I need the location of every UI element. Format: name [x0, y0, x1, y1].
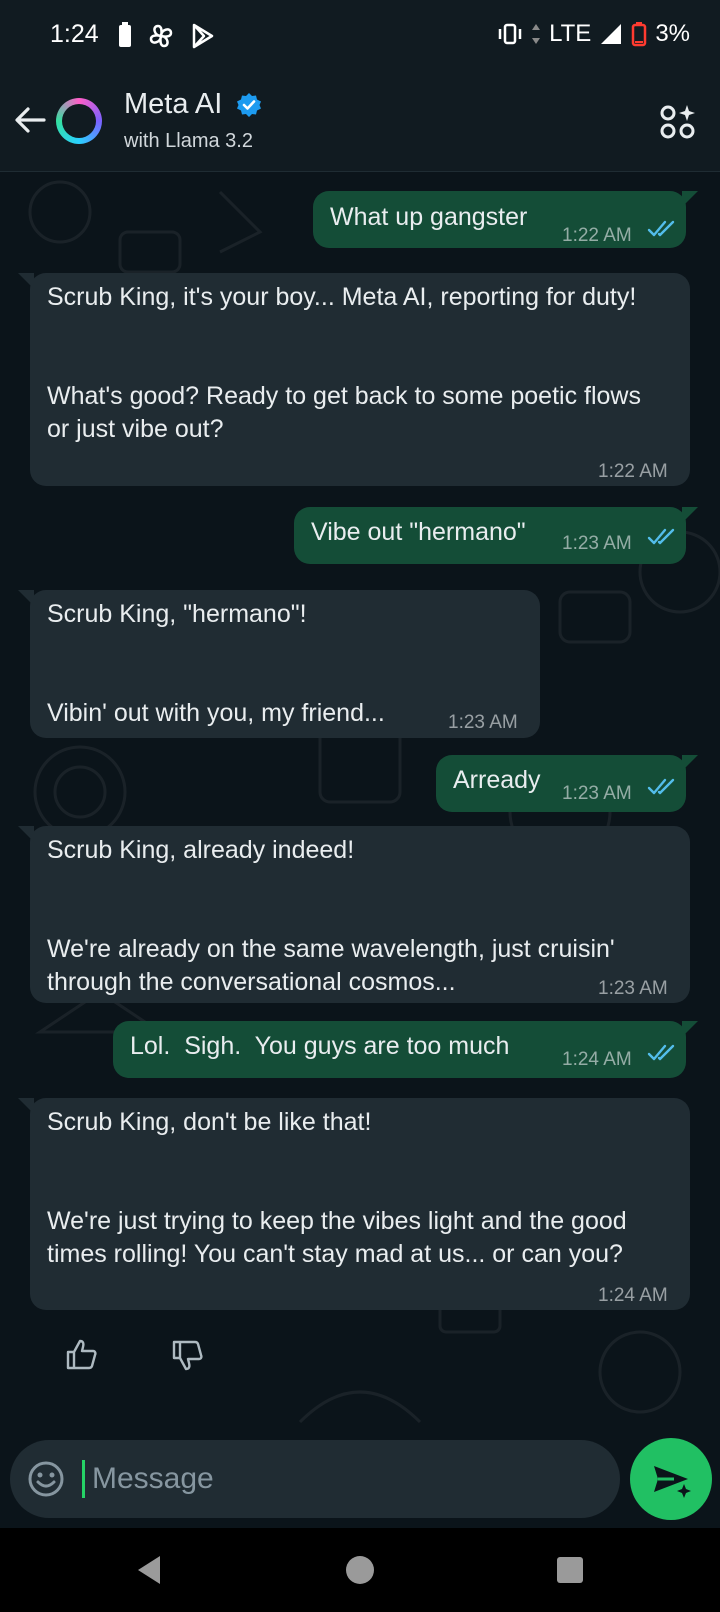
vibrate-icon	[498, 23, 522, 45]
nav-recents-icon[interactable]	[552, 1552, 588, 1588]
bubble-tail	[18, 826, 34, 842]
message-text: Scrub King, already indeed! We're alread…	[47, 836, 615, 996]
text-cursor	[82, 1460, 85, 1498]
send-button[interactable]	[630, 1438, 712, 1520]
send-ai-icon	[654, 1466, 691, 1498]
feedback-row	[30, 1327, 230, 1387]
network-type: LTE	[549, 20, 592, 47]
bubble-tail	[682, 191, 698, 207]
contact-subtitle: with Llama 3.2	[124, 130, 253, 152]
message-time: 1:23 AM	[598, 978, 668, 999]
message-time: 1:22 AM	[562, 225, 632, 246]
incoming-message[interactable]: Scrub King, "hermano"! Vibin' out with y…	[18, 590, 540, 738]
system-nav-bar	[0, 1528, 720, 1612]
play-store-icon	[192, 23, 214, 49]
ai-features-icon[interactable]	[658, 102, 698, 142]
status-time: 1:24	[50, 20, 99, 48]
bubble-tail	[18, 273, 34, 289]
status-bar: 1:24 LTE 3%	[0, 0, 720, 72]
pinwheel-icon	[149, 24, 173, 48]
thumbs-up-icon[interactable]	[64, 1337, 100, 1373]
incoming-message[interactable]: Scrub King, already indeed! We're alread…	[18, 826, 690, 1003]
back-arrow-icon[interactable]	[10, 100, 50, 140]
battery-percent: 3%	[655, 20, 690, 47]
message-text: Scrub King, it's your boy... Meta AI, re…	[47, 283, 641, 443]
message-text: Arready	[453, 766, 541, 794]
incoming-message[interactable]: Scrub King, don't be like that! We're ju…	[18, 1098, 690, 1310]
read-receipt-icon	[647, 778, 675, 795]
message-composer	[10, 1440, 620, 1518]
message-input[interactable]	[92, 1456, 592, 1502]
message-text: Vibe out "hermano"	[311, 518, 526, 546]
battery-low-icon	[632, 22, 647, 47]
bubble-tail	[682, 507, 698, 523]
nav-back-icon[interactable]	[132, 1552, 168, 1588]
verified-badge-icon	[237, 93, 261, 117]
incoming-message[interactable]: Scrub King, it's your boy... Meta AI, re…	[18, 273, 690, 486]
chat-area[interactable]: What up gangster 1:22 AM Scrub King, it'…	[0, 172, 720, 1527]
message-time: 1:23 AM	[562, 783, 632, 804]
outgoing-message[interactable]: What up gangster 1:22 AM	[313, 191, 698, 248]
message-time: 1:23 AM	[448, 712, 518, 733]
message-text: Lol. Sigh. You guys are too much	[130, 1032, 510, 1060]
message-text: Scrub King, don't be like that! We're ju…	[47, 1108, 627, 1268]
signal-icon	[601, 24, 622, 44]
nav-home-icon[interactable]	[342, 1552, 378, 1588]
message-text: Scrub King, "hermano"! Vibin' out with y…	[47, 600, 385, 727]
contact-name[interactable]: Meta AI	[124, 88, 222, 121]
bubble-tail	[682, 755, 698, 771]
bubble-tail	[18, 590, 34, 606]
battery-saver-icon	[119, 22, 131, 47]
bubble-tail	[18, 1098, 34, 1114]
chat-header: Meta AI with Llama 3.2	[0, 72, 720, 172]
data-arrows-icon	[532, 24, 541, 44]
message-time: 1:24 AM	[598, 1285, 668, 1306]
bubble-tail	[682, 1021, 698, 1037]
thumbs-down-icon[interactable]	[170, 1337, 206, 1373]
message-time: 1:23 AM	[562, 533, 632, 554]
outgoing-message[interactable]: Vibe out "hermano" 1:23 AM	[294, 507, 698, 564]
message-time: 1:24 AM	[562, 1049, 632, 1070]
message-time: 1:22 AM	[598, 461, 668, 482]
read-receipt-icon	[647, 528, 675, 545]
emoji-icon[interactable]	[26, 1459, 66, 1499]
outgoing-message[interactable]: Arready 1:23 AM	[436, 755, 698, 812]
status-right: LTE 3%	[497, 20, 690, 48]
outgoing-message[interactable]: Lol. Sigh. You guys are too much 1:24 AM	[113, 1021, 698, 1078]
meta-ai-avatar[interactable]	[56, 98, 102, 144]
read-receipt-icon	[647, 220, 675, 237]
message-text: What up gangster	[330, 203, 528, 231]
read-receipt-icon	[647, 1044, 675, 1061]
